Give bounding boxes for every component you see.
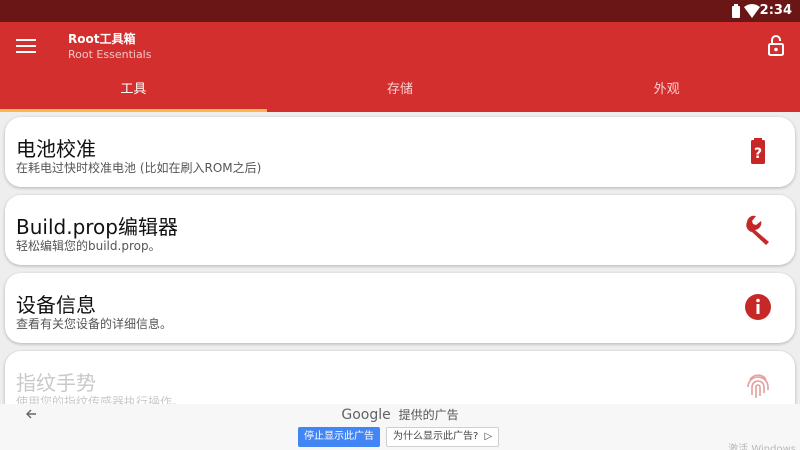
status-time: 2:34 <box>759 3 792 18</box>
tab-bar: 工具 存储 外观 <box>0 78 800 112</box>
ad-label: Google 提供的广告 <box>0 406 800 423</box>
status-bar: 2:34 <box>0 0 800 22</box>
info-icon <box>745 294 771 320</box>
card-title: 电池校准 <box>16 137 96 161</box>
card-title: 指纹手势 <box>16 371 96 395</box>
card-buildprop-editor[interactable]: Build.prop编辑器 轻松编辑您的build.prop。 <box>5 195 795 265</box>
app-bar: Root工具箱 Root Essentials 工具 存储 外观 <box>0 22 800 112</box>
why-this-ad-button[interactable]: 为什么显示此广告? ▷ <box>386 427 500 447</box>
wrench-icon <box>746 215 769 245</box>
play-triangle-icon: ▷ <box>484 431 493 442</box>
ad-banner: Google 提供的广告 停止显示此广告 为什么显示此广告? ▷ 激活 Wind… <box>0 404 800 450</box>
battery-icon <box>732 4 740 18</box>
ad-label-text: 提供的广告 <box>398 408 459 422</box>
card-description: 使用您的指纹传感器执行操作。 <box>16 395 185 404</box>
google-logo: Google <box>341 407 391 423</box>
why-this-ad-label: 为什么显示此广告? <box>393 431 479 442</box>
stop-showing-ad-button[interactable]: 停止显示此广告 <box>298 427 380 447</box>
wifi-icon <box>744 4 760 18</box>
tab-storage[interactable]: 存储 <box>267 78 534 112</box>
hamburger-menu-icon[interactable] <box>14 36 38 56</box>
app-subtitle: Root Essentials <box>68 48 152 61</box>
card-description: 轻松编辑您的build.prop。 <box>16 239 161 253</box>
card-fingerprint-gestures[interactable]: 指纹手势 使用您的指纹传感器执行操作。 <box>5 351 795 404</box>
card-title: Build.prop编辑器 <box>16 215 178 239</box>
app-title: Root工具箱 <box>68 32 136 46</box>
card-title: 设备信息 <box>16 293 96 317</box>
battery-question-icon: ? <box>751 138 765 164</box>
windows-activation-watermark: 激活 Windows <box>728 444 796 450</box>
lock-open-icon[interactable] <box>766 34 786 56</box>
fingerprint-icon <box>747 374 769 398</box>
tab-tools[interactable]: 工具 <box>0 78 267 112</box>
svg-text:?: ? <box>754 146 762 162</box>
tab-appearance[interactable]: 外观 <box>533 78 800 112</box>
card-description: 在耗电过快时校准电池 (比如在刷入ROM之后) <box>16 161 262 175</box>
card-device-info[interactable]: 设备信息 查看有关您设备的详细信息。 <box>5 273 795 343</box>
card-description: 查看有关您设备的详细信息。 <box>16 317 173 331</box>
card-battery-calibration[interactable]: 电池校准 在耗电过快时校准电池 (比如在刷入ROM之后) ? <box>5 117 795 187</box>
tool-list: 电池校准 在耗电过快时校准电池 (比如在刷入ROM之后) ? Build.pro… <box>0 112 800 404</box>
